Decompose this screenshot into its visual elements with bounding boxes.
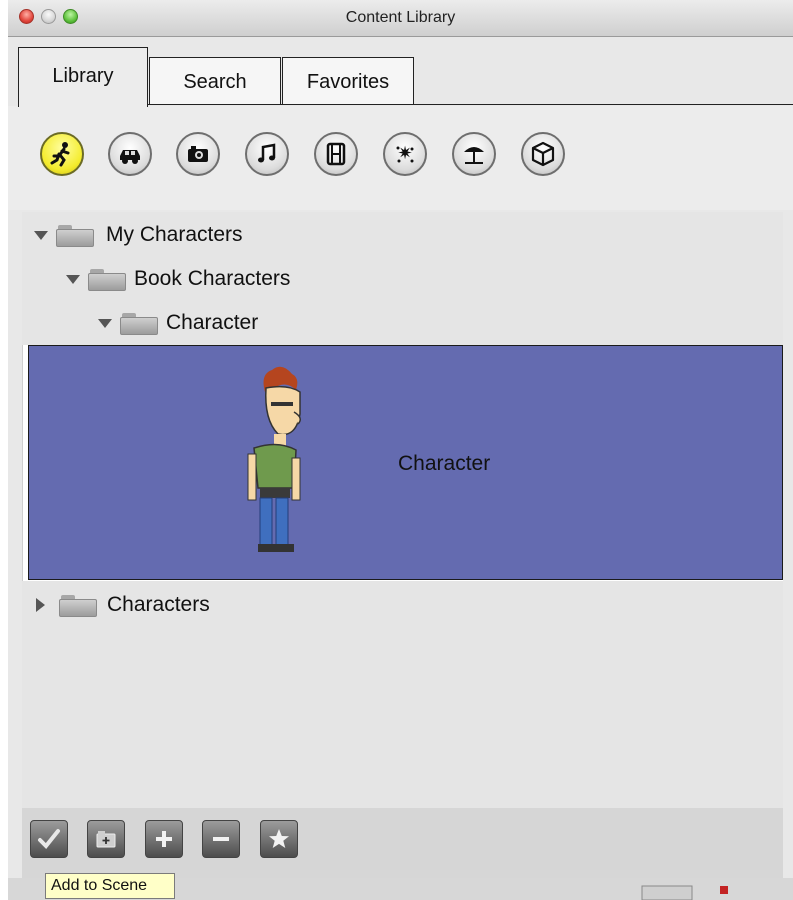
disclosure-expanded-icon[interactable] — [66, 274, 80, 284]
selected-item-label: Character — [398, 452, 491, 475]
tree-row-book-characters[interactable]: Book Characters — [66, 264, 290, 294]
plus-icon — [156, 831, 172, 847]
window-title: Content Library — [345, 9, 456, 26]
tab-divider — [148, 104, 793, 105]
character-thumbnail — [247, 366, 301, 552]
tree-row-label: Character — [166, 311, 259, 334]
disclosure-expanded-icon[interactable] — [34, 230, 48, 240]
running-figure-icon — [50, 142, 70, 167]
tooltip: Add to Scene — [45, 873, 175, 899]
cube-icon — [531, 141, 555, 167]
folder-icon — [120, 311, 158, 335]
tree-row-label: Characters — [107, 593, 210, 616]
add-item-button[interactable] — [145, 820, 183, 858]
effects-category-button[interactable]: ✷ — [383, 132, 427, 176]
tab-favorites[interactable]: Favorites — [282, 57, 414, 105]
film-icon — [326, 142, 346, 166]
tab-library[interactable]: Library — [18, 47, 148, 107]
tab-search[interactable]: Search — [149, 57, 281, 105]
characters-category-button[interactable] — [40, 132, 84, 176]
backgrounds-category-button[interactable] — [452, 132, 496, 176]
new-folder-icon — [96, 831, 116, 848]
video-category-button[interactable] — [314, 132, 358, 176]
camera-icon — [188, 146, 208, 162]
star-icon — [269, 829, 289, 848]
tree-row-my-characters[interactable]: My Characters — [34, 220, 243, 250]
tree-row-character-folder[interactable]: Character — [98, 308, 258, 338]
beach-umbrella-icon — [464, 147, 484, 164]
music-category-button[interactable] — [245, 132, 289, 176]
props-category-button[interactable] — [108, 132, 152, 176]
folder-icon — [56, 223, 94, 247]
stars-icon: ✷ — [396, 143, 414, 164]
check-icon — [38, 829, 60, 849]
title-bar[interactable]: Content Library — [8, 0, 793, 37]
tab-bar: Library Search Favorites — [8, 37, 793, 107]
car-icon — [120, 150, 140, 164]
photos-category-button[interactable] — [176, 132, 220, 176]
background-window-fragment — [641, 885, 728, 900]
add-favorite-button[interactable] — [260, 820, 298, 858]
tree-row-label: Book Characters — [134, 267, 291, 290]
bottom-toolbar — [22, 808, 783, 878]
remove-item-button[interactable] — [202, 820, 240, 858]
folder-icon — [59, 593, 97, 617]
3d-objects-category-button[interactable] — [521, 132, 565, 176]
new-folder-button[interactable] — [87, 820, 125, 858]
disclosure-expanded-icon[interactable] — [98, 318, 112, 328]
minus-icon — [213, 837, 229, 841]
add-to-scene-button[interactable] — [30, 820, 68, 858]
disclosure-collapsed-icon[interactable] — [36, 598, 45, 612]
folder-icon — [88, 267, 126, 291]
music-note-icon — [258, 143, 276, 163]
tree-row-label: My Characters — [106, 223, 243, 246]
tree-row-characters[interactable]: Characters — [36, 590, 210, 620]
